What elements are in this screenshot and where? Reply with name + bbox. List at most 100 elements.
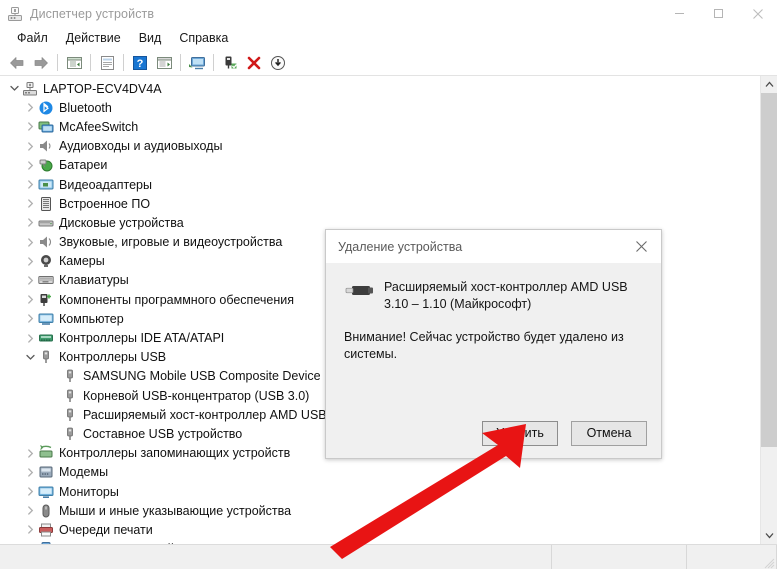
tree-item-label: McAfeeSwitch <box>59 119 139 134</box>
enable-device-icon[interactable] <box>218 52 242 74</box>
cancel-button[interactable]: Отмена <box>571 420 647 446</box>
disk-drive-icon <box>38 215 55 231</box>
chevron-right-icon[interactable] <box>22 196 38 212</box>
chevron-right-icon[interactable] <box>22 177 38 193</box>
tree-item[interactable]: Мониторы <box>0 482 760 501</box>
menu-help[interactable]: Справка <box>170 29 237 48</box>
chevron-right-icon[interactable] <box>22 311 38 327</box>
computer-icon <box>38 311 55 327</box>
menu-view[interactable]: Вид <box>130 29 171 48</box>
tree-item-label: Дисковые устройства <box>59 215 184 230</box>
software-component-icon <box>38 292 55 308</box>
window-controls <box>660 0 777 27</box>
keyboard-icon <box>38 272 55 288</box>
usb-icon <box>62 426 79 442</box>
status-bar <box>0 544 777 569</box>
usb-icon <box>62 368 79 384</box>
sound-device-icon <box>38 234 55 250</box>
uninstall-device-icon[interactable] <box>242 52 266 74</box>
tree-item-label: Компьютер <box>59 311 124 326</box>
chevron-right-icon[interactable] <box>22 234 38 250</box>
tree-item[interactable]: Очереди печати <box>0 520 760 539</box>
chevron-right-icon[interactable] <box>22 503 38 519</box>
scrollbar-track[interactable] <box>761 93 777 527</box>
tree-item[interactable]: Встроенное ПО <box>0 194 760 213</box>
svg-text:?: ? <box>137 58 144 70</box>
tree-item[interactable]: Мыши и иные указывающие устройства <box>0 501 760 520</box>
device-manager-window: Диспетчер устройств Файл Действие Вид Сп… <box>0 0 777 569</box>
download-icon[interactable] <box>266 52 290 74</box>
vertical-scrollbar[interactable] <box>760 76 777 544</box>
scroll-down-button[interactable] <box>761 527 777 544</box>
dialog-button-row: Удалить Отмена <box>326 408 661 458</box>
network-adapter-icon <box>38 119 55 135</box>
maximize-button[interactable] <box>699 0 738 27</box>
audio-icon <box>38 138 55 154</box>
chevron-down-icon[interactable] <box>22 349 38 365</box>
tree-root-item[interactable]: LAPTOP-ECV4DV4A <box>0 79 760 98</box>
toolbar: ? <box>0 50 777 76</box>
tree-item[interactable]: Батареи <box>0 156 760 175</box>
chevron-right-icon[interactable] <box>22 100 38 116</box>
toolbar-separator <box>213 54 214 71</box>
chevron-right-icon[interactable] <box>22 138 38 154</box>
tree-item[interactable]: Аудиовходы и аудиовыходы <box>0 137 760 156</box>
tree-item-label: Очереди печати <box>59 522 153 537</box>
tree-item-label: Аудиовходы и аудиовыходы <box>59 139 223 154</box>
resize-grip[interactable] <box>763 556 775 569</box>
tree-item[interactable]: Bluetooth <box>0 98 760 117</box>
usb-plug-icon <box>344 279 384 305</box>
chevron-right-icon[interactable] <box>22 292 38 308</box>
tree-item-label: Клавиатуры <box>59 273 129 288</box>
chevron-right-icon[interactable] <box>22 445 38 461</box>
chevron-right-icon[interactable] <box>22 330 38 346</box>
mouse-icon <box>38 503 55 519</box>
tree-item-label: Корневой USB-концентратор (USB 3.0) <box>83 388 310 403</box>
confirm-remove-button[interactable]: Удалить <box>482 420 558 446</box>
scrollbar-thumb[interactable] <box>761 93 777 447</box>
status-panel-1 <box>552 545 687 569</box>
storage-controller-icon <box>38 445 55 461</box>
display-adapter-icon <box>38 177 55 193</box>
minimize-button[interactable] <box>660 0 699 27</box>
chevron-right-icon[interactable] <box>22 119 38 135</box>
help-icon[interactable]: ? <box>128 52 152 74</box>
menu-file[interactable]: Файл <box>8 29 57 48</box>
status-text <box>0 545 552 569</box>
chevron-right-icon[interactable] <box>22 522 38 538</box>
tree-item-label: Мыши и иные указывающие устройства <box>59 503 292 518</box>
back-icon[interactable] <box>5 52 29 74</box>
chevron-right-icon[interactable] <box>22 464 38 480</box>
tree-item[interactable]: Видеоадаптеры <box>0 175 760 194</box>
close-button[interactable] <box>738 0 777 27</box>
usb-icon <box>38 349 55 365</box>
tree-item[interactable]: Модемы <box>0 463 760 482</box>
scan-hardware-changes-icon[interactable] <box>152 52 176 74</box>
show-hide-console-tree-icon[interactable] <box>62 52 86 74</box>
chevron-right-icon[interactable] <box>22 253 38 269</box>
remove-device-dialog: Удаление устройства Расширяемый хост-кон… <box>325 229 662 459</box>
toolbar-separator <box>123 54 124 71</box>
update-driver-icon[interactable] <box>185 52 209 74</box>
tree-item-label: SAMSUNG Mobile USB Composite Device <box>83 369 321 384</box>
scroll-up-button[interactable] <box>761 76 777 93</box>
toolbar-separator <box>57 54 58 71</box>
battery-icon <box>38 157 55 173</box>
tree-item-label: Звуковые, игровые и видеоустройства <box>59 235 283 250</box>
properties-icon[interactable] <box>95 52 119 74</box>
tree-item-label: Контроллеры USB <box>59 350 167 365</box>
chevron-right-icon[interactable] <box>22 272 38 288</box>
forward-icon[interactable] <box>29 52 53 74</box>
tree-item[interactable]: McAfeeSwitch <box>0 117 760 136</box>
tree-item-label: Контроллеры запоминающих устройств <box>59 446 291 461</box>
chevron-right-icon[interactable] <box>22 157 38 173</box>
dialog-close-button[interactable] <box>621 230 661 263</box>
tree-item-label: Bluetooth <box>59 100 112 115</box>
chevron-right-icon[interactable] <box>22 215 38 231</box>
chevron-right-icon[interactable] <box>22 484 38 500</box>
window-title: Диспетчер устройств <box>30 6 155 21</box>
chevron-down-icon[interactable] <box>6 81 22 97</box>
tree-root-label: LAPTOP-ECV4DV4A <box>43 81 162 96</box>
menu-action[interactable]: Действие <box>57 29 130 48</box>
tree-item-label: Батареи <box>59 158 108 173</box>
